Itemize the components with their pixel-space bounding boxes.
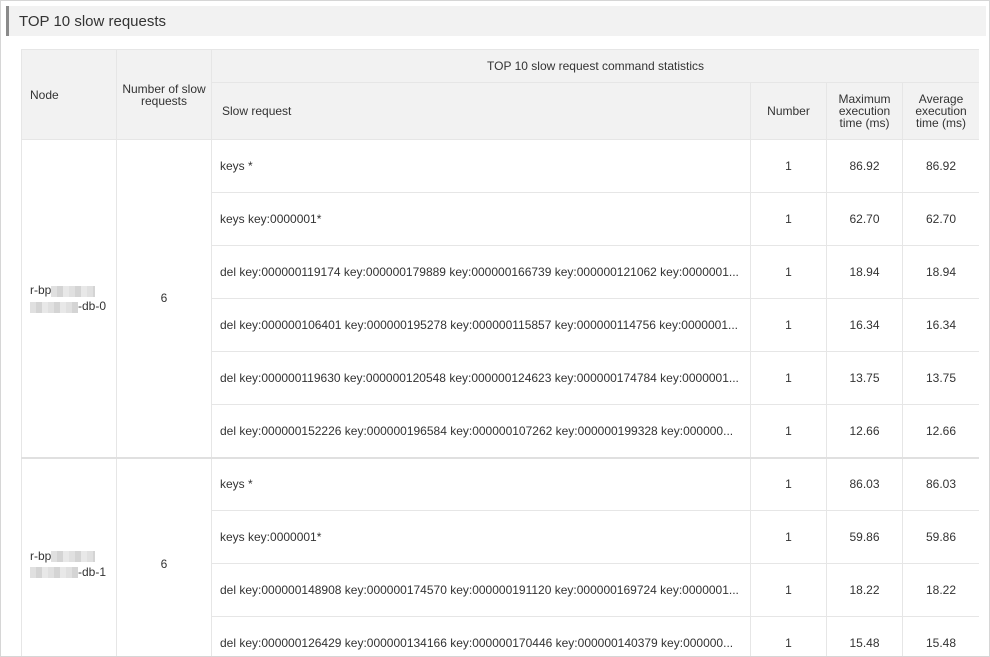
slow-requests-table: Node Number of slow requests TOP 10 slow…: [21, 49, 979, 656]
slow-request-command: del key:000000119174 key:000000179889 ke…: [211, 245, 751, 299]
max-execution-time: 59.86: [826, 510, 903, 564]
max-execution-time: 86.92: [826, 139, 903, 193]
slow-request-command: keys key:0000001*: [211, 510, 751, 564]
slow-request-command: keys *: [211, 139, 751, 193]
request-number: 1: [750, 616, 827, 656]
redacted-text-mask: [30, 567, 78, 579]
slow-request-count: 6: [116, 456, 212, 656]
avg-execution-time: 15.48: [901, 616, 979, 656]
request-number: 1: [750, 351, 827, 405]
max-execution-time: 18.94: [826, 245, 903, 299]
avg-execution-time: 62.70: [901, 192, 979, 246]
column-group-header-top10: TOP 10 slow request command statistics: [210, 49, 979, 83]
slow-request-command: del key:000000106401 key:000000195278 ke…: [211, 298, 751, 352]
node-id-suffix: -db-1: [78, 564, 107, 579]
column-header-max-time: Maximum execution time (ms): [826, 82, 903, 140]
node-id-prefix: r-bp: [30, 283, 52, 298]
node-id-suffix: -db-0: [78, 299, 107, 314]
column-header-number: Number: [750, 82, 827, 140]
avg-execution-time: 86.03: [901, 456, 979, 511]
max-execution-time: 16.34: [826, 298, 903, 352]
max-execution-time: 12.66: [826, 404, 903, 458]
node-cell: r-bp -db-0: [21, 139, 117, 458]
max-execution-time: 13.75: [826, 351, 903, 405]
table-header: Node Number of slow requests TOP 10 slow…: [21, 49, 979, 140]
slow-request-command: del key:000000119630 key:000000120548 ke…: [211, 351, 751, 405]
redacted-text-mask: [30, 301, 78, 313]
avg-execution-time: 13.75: [901, 351, 979, 405]
node-id-prefix: r-bp: [30, 548, 52, 563]
max-execution-time: 15.48: [826, 616, 903, 656]
slow-requests-table-container: Node Number of slow requests TOP 10 slow…: [21, 49, 979, 656]
table-row: r-bp -db-0 6 keys * 1 86.92 86.92: [21, 139, 979, 458]
avg-execution-time: 12.66: [901, 404, 979, 458]
max-execution-time: 18.22: [826, 563, 903, 617]
request-number: 1: [750, 404, 827, 458]
column-header-slow-request: Slow request: [211, 82, 751, 140]
slow-request-command: keys *: [211, 456, 751, 511]
redacted-text-mask: [51, 551, 96, 563]
avg-execution-time: 18.94: [901, 245, 979, 299]
request-number: 1: [750, 456, 827, 511]
request-number: 1: [750, 192, 827, 246]
request-number: 1: [750, 245, 827, 299]
max-execution-time: 86.03: [826, 456, 903, 511]
avg-execution-time: 18.22: [901, 563, 979, 617]
column-header-avg-time: Average execution time (ms): [901, 82, 979, 140]
slow-request-command: del key:000000152226 key:000000196584 ke…: [211, 404, 751, 458]
slow-request-count: 6: [116, 139, 212, 458]
node-cell: r-bp -db-1: [21, 456, 117, 656]
table-row: r-bp -db-1 6 keys * 1 86.03 86.03: [21, 456, 979, 656]
request-number: 1: [750, 139, 827, 193]
request-number: 1: [750, 563, 827, 617]
column-header-slow-request-count: Number of slow requests: [116, 49, 212, 140]
table-body: r-bp -db-0 6 keys * 1 86.92 86.92 keys key:0000…: [21, 139, 979, 656]
avg-execution-time: 86.92: [901, 139, 979, 193]
slow-request-command: del key:000000126429 key:000000134166 ke…: [211, 616, 751, 656]
avg-execution-time: 16.34: [901, 298, 979, 352]
slow-request-command: keys key:0000001*: [211, 192, 751, 246]
column-header-node: Node: [21, 49, 117, 140]
section-title: TOP 10 slow requests: [6, 6, 986, 36]
request-number: 1: [750, 298, 827, 352]
slow-requests-panel: TOP 10 slow requests Node Number of slow…: [0, 0, 990, 657]
slow-request-command: del key:000000148908 key:000000174570 ke…: [211, 563, 751, 617]
request-number: 1: [750, 510, 827, 564]
avg-execution-time: 59.86: [901, 510, 979, 564]
redacted-text-mask: [51, 285, 96, 297]
max-execution-time: 62.70: [826, 192, 903, 246]
